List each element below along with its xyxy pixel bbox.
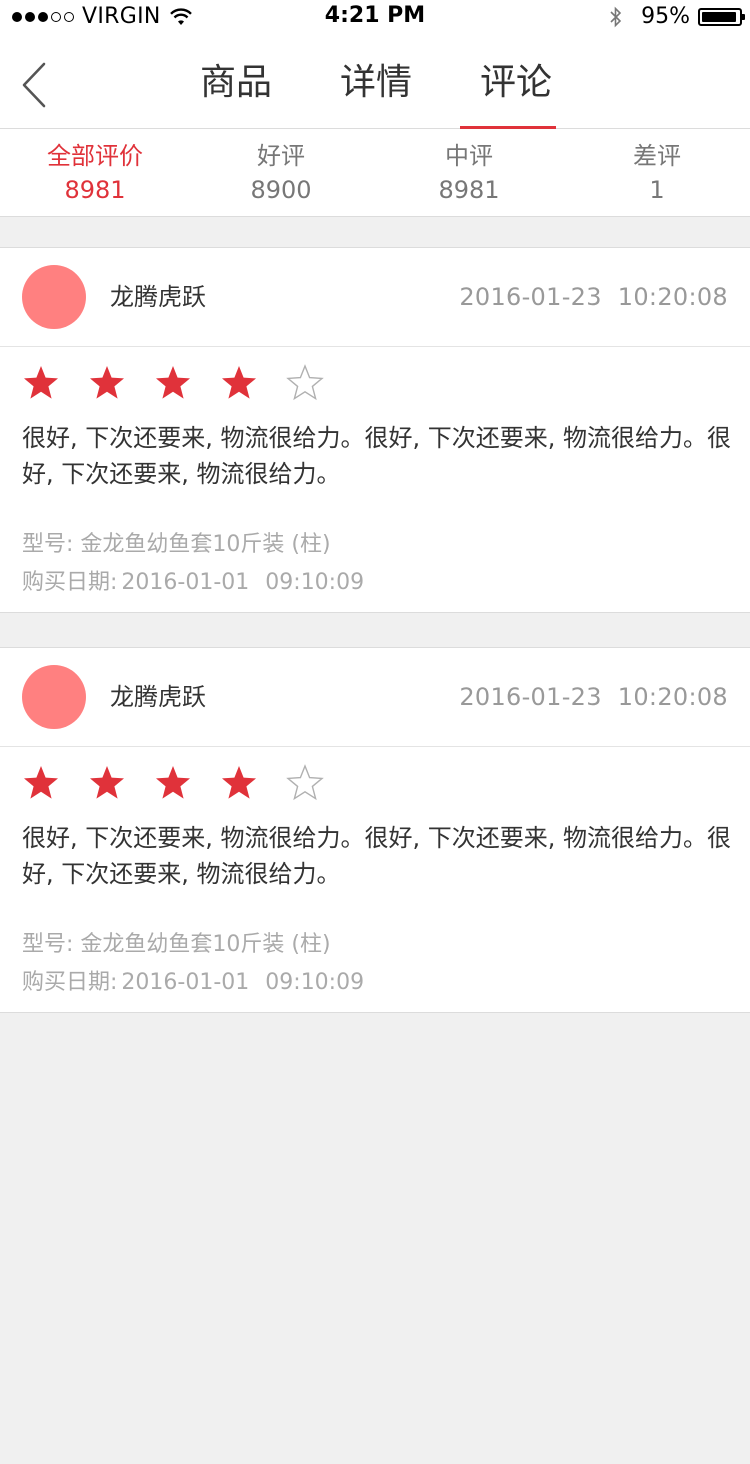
review-header: 龙腾虎跃 2016-01-23 10:20:08 (0, 648, 750, 747)
status-right: 95% (609, 4, 745, 29)
reviewer-name: 龙腾虎跃 (110, 283, 206, 311)
purchase-date-value: 2016-01-01 (121, 570, 250, 595)
review-card: 龙腾虎跃 2016-01-23 10:20:08 很好, 下次还要来, 物流很给力… (0, 247, 750, 613)
purchase-date-label: 购买日期: (22, 970, 118, 995)
back-arrow-icon[interactable] (14, 60, 54, 110)
star-filled-icon (90, 766, 124, 799)
star-filled-icon (24, 366, 58, 399)
tab-label: 商品 (199, 62, 272, 103)
filter-count: 8981 (438, 176, 500, 204)
star-empty-icon (286, 764, 324, 801)
star-filled-icon (222, 366, 256, 399)
status-bar: VIRGIN 4:21 PM 95% (0, 0, 750, 36)
tab-details[interactable]: 详情 (306, 36, 446, 128)
review-date: 2016-01-23 (459, 283, 602, 311)
filter-label: 好评 (257, 142, 305, 170)
filter-count: 1 (649, 176, 665, 204)
tab-reviews[interactable]: 评论 (446, 36, 586, 129)
battery-icon (698, 7, 745, 26)
nav-tabs: 商品 详情 评论 (166, 36, 586, 129)
product-model: 型号: 金龙鱼幼鱼套10斤装 (柱) (22, 932, 331, 957)
star-filled-icon (156, 366, 190, 399)
star-filled-icon (90, 366, 124, 399)
review-filter-bar: 全部评价 8981 好评 8900 中评 8981 差评 1 (0, 129, 750, 217)
star-empty-icon (286, 364, 324, 401)
filter-neutral[interactable]: 中评 8981 (389, 141, 549, 207)
filter-label: 中评 (445, 142, 493, 170)
avatar[interactable] (22, 265, 86, 329)
avatar[interactable] (22, 665, 86, 729)
bluetooth-icon (610, 6, 622, 27)
purchase-date: 购买日期: 2016-01-01 09:10:09 (22, 564, 364, 602)
tab-product[interactable]: 商品 (166, 36, 306, 128)
filter-label: 全部评价 (47, 142, 143, 170)
filter-count: 8981 (64, 176, 126, 204)
battery-percent: 95% (641, 4, 690, 29)
review-meta: 型号: 金龙鱼幼鱼套10斤装 (柱) 购买日期: 2016-01-01 09:10:… (22, 926, 364, 1002)
purchase-date: 购买日期: 2016-01-01 09:10:09 (22, 964, 364, 1002)
star-filled-icon (24, 766, 58, 799)
reviewer-name: 龙腾虎跃 (110, 683, 206, 711)
star-rating (22, 764, 352, 802)
review-meta: 型号: 金龙鱼幼鱼套10斤装 (柱) 购买日期: 2016-01-01 09:10:… (22, 526, 364, 602)
star-rating (22, 364, 352, 402)
filter-positive[interactable]: 好评 8900 (201, 141, 361, 207)
review-header: 龙腾虎跃 2016-01-23 10:20:08 (0, 248, 750, 347)
nav-bar: 商品 详情 评论 (0, 36, 750, 129)
filter-all-reviews[interactable]: 全部评价 8981 (15, 141, 175, 207)
review-time: 10:20:08 (617, 283, 728, 311)
review-text: 很好, 下次还要来, 物流很给力。很好, 下次还要来, 物流很给力。很好, 下次… (22, 424, 732, 488)
review-date: 2016-01-23 (459, 683, 602, 711)
review-timestamp: 2016-01-23 10:20:08 (459, 248, 728, 346)
review-timestamp: 2016-01-23 10:20:08 (459, 648, 728, 746)
purchase-date-label: 购买日期: (22, 570, 118, 595)
review-card: 龙腾虎跃 2016-01-23 10:20:08 很好, 下次还要来, 物流很给力… (0, 647, 750, 1013)
purchase-date-value: 2016-01-01 (121, 970, 250, 995)
star-filled-icon (222, 766, 256, 799)
star-filled-icon (156, 766, 190, 799)
filter-count: 8900 (250, 176, 312, 204)
tab-label: 详情 (339, 62, 412, 103)
purchase-time-value: 09:10:09 (265, 970, 365, 995)
review-text: 很好, 下次还要来, 物流很给力。很好, 下次还要来, 物流很给力。很好, 下次… (22, 824, 732, 888)
purchase-time-value: 09:10:09 (265, 570, 365, 595)
review-time: 10:20:08 (617, 683, 728, 711)
product-model: 型号: 金龙鱼幼鱼套10斤装 (柱) (22, 532, 331, 557)
filter-label: 差评 (633, 142, 681, 170)
tab-label: 评论 (479, 62, 552, 103)
filter-negative[interactable]: 差评 1 (577, 141, 737, 207)
